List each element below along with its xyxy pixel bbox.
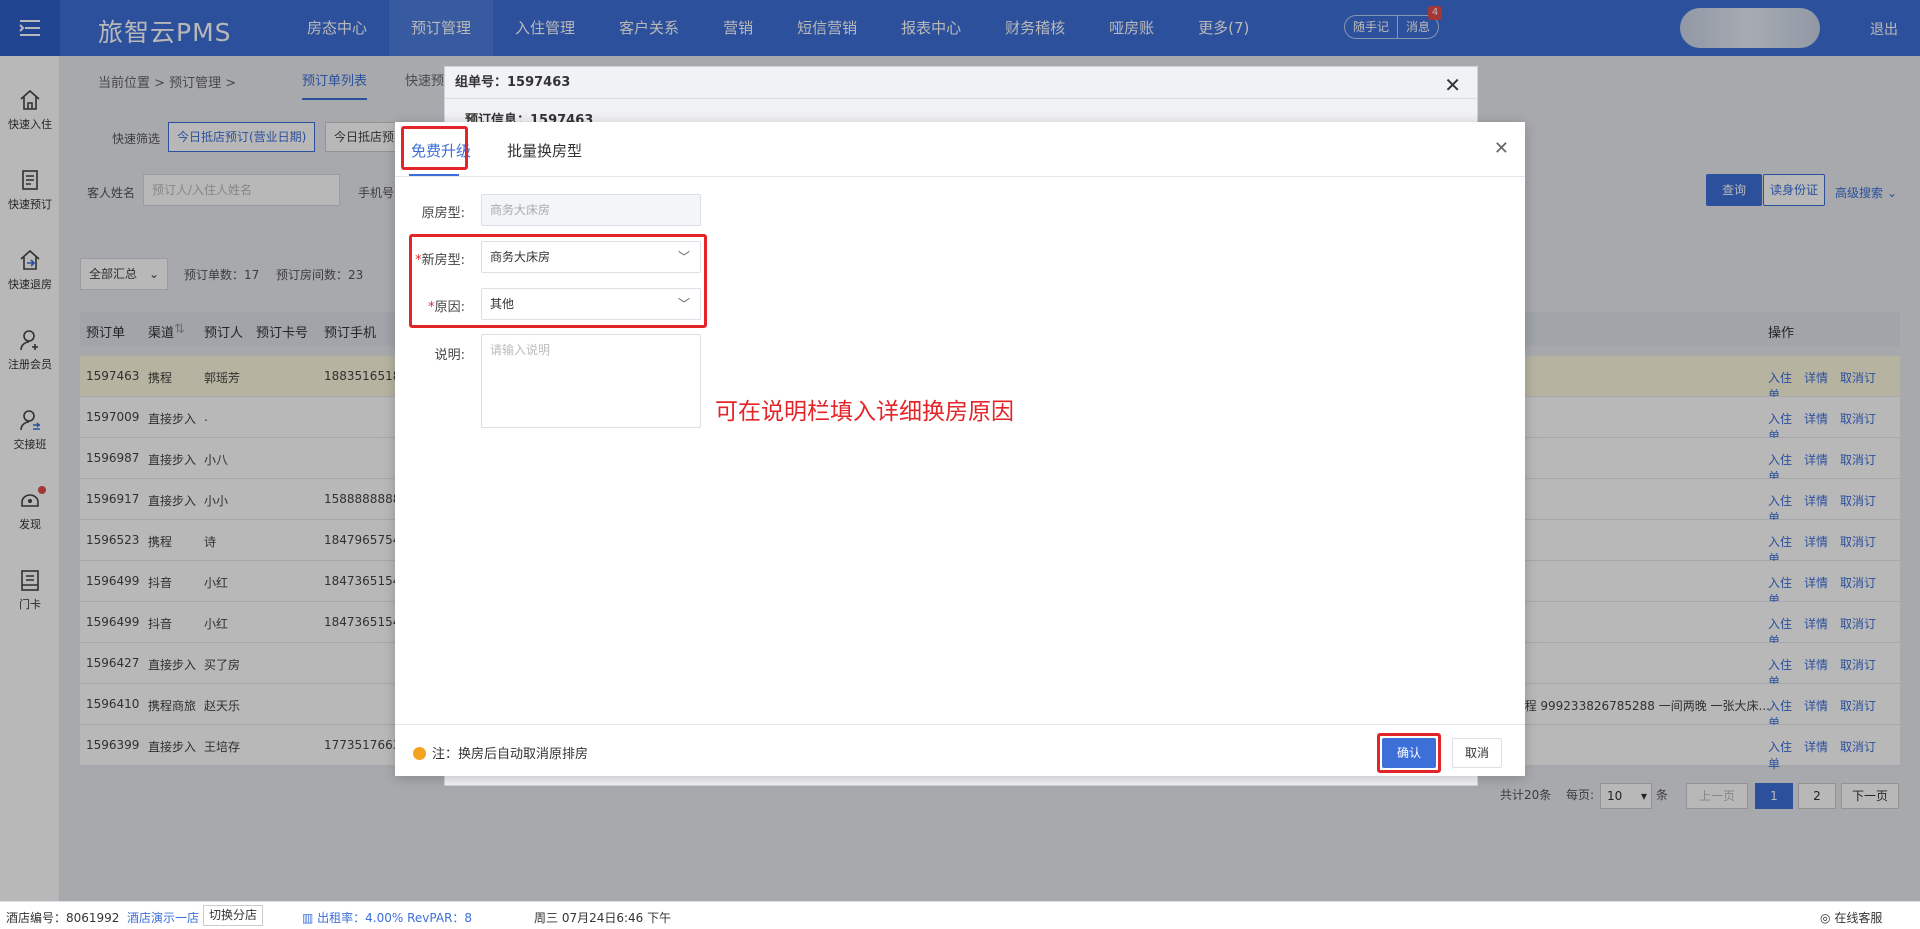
close-icon[interactable]: ✕ <box>1494 138 1509 159</box>
highlight-box <box>401 126 468 170</box>
chevron-down-icon: ﹀ <box>677 297 690 311</box>
change-note-text: 注：换房后自动取消原排房 <box>432 747 589 762</box>
new-room-type-label-text: 新房型: <box>421 253 465 268</box>
occupancy-text: 出租率：4.00% RevPAR：8 <box>317 911 473 925</box>
tab-batch-change[interactable]: 批量换房型 <box>507 140 582 161</box>
online-support-link[interactable]: ◎ 在线客服 <box>1820 909 1882 926</box>
description-textarea[interactable]: 请输入说明 <box>481 334 701 428</box>
warning-icon <box>413 747 426 760</box>
support-icon: ◎ <box>1820 911 1831 925</box>
change-room-type-dialog: 免费升级 批量换房型 ✕ 原房型: 商务大床房 *新房型: 商务大床房 ﹀ *原因… <box>395 122 1525 776</box>
new-room-type-select[interactable]: 商务大床房 ﹀ <box>481 241 701 273</box>
active-tab-indicator <box>409 174 459 176</box>
hotel-name-link[interactable]: 酒店演示一店 <box>127 909 199 926</box>
reason-label: *原因: <box>395 296 465 315</box>
status-bar: 酒店编号：8061992 酒店演示一店 切换分店 ▥ 出租率：4.00% Rev… <box>0 901 1920 929</box>
close-icon[interactable]: ✕ <box>1444 73 1461 97</box>
description-label: 说明: <box>434 348 465 363</box>
chevron-down-icon: ﹀ <box>677 250 690 264</box>
reason-value: 其他 <box>490 297 515 311</box>
hotel-id: 酒店编号：8061992 <box>6 911 120 925</box>
reason-label-text: 原因: <box>434 300 465 315</box>
dialog-tabs: 免费升级 批量换房型 ✕ <box>395 122 1525 177</box>
new-room-type-label: *新房型: <box>395 249 465 268</box>
group-booking-title: 组单号：1597463 <box>445 67 1477 99</box>
chart-icon: ▥ <box>302 911 314 925</box>
current-datetime: 周三 07月24日6:46 下午 <box>534 911 672 925</box>
cancel-button[interactable]: 取消 <box>1452 738 1502 768</box>
online-support-text: 在线客服 <box>1834 911 1883 925</box>
annotation-text: 可在说明栏填入详细换房原因 <box>715 399 1014 425</box>
occupancy-stats[interactable]: ▥ 出租率：4.00% RevPAR：8 <box>302 909 472 926</box>
switch-branch-button[interactable]: 切换分店 <box>203 905 264 926</box>
change-note: 注：换房后自动取消原排房 <box>413 743 588 762</box>
orig-room-type-field: 商务大床房 <box>481 194 701 226</box>
reason-select[interactable]: 其他 ﹀ <box>481 288 701 320</box>
confirm-button[interactable]: 确认 <box>1382 738 1436 768</box>
new-room-type-value: 商务大床房 <box>490 250 551 264</box>
dialog-footer: 注：换房后自动取消原排房 确认 取消 <box>395 724 1525 776</box>
orig-room-type-label: 原房型: <box>421 206 465 221</box>
